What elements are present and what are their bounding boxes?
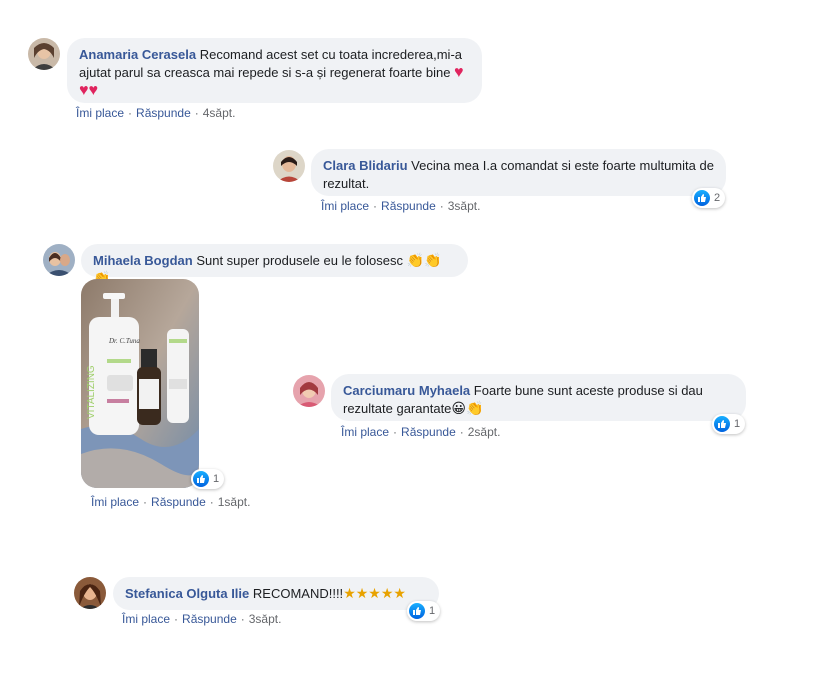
- comment-time[interactable]: 1săpt.: [218, 495, 251, 509]
- like-link[interactable]: Îmi place: [91, 495, 139, 509]
- reaction-count[interactable]: 1: [712, 414, 746, 434]
- grinning-face-icon: 😀: [451, 401, 467, 417]
- brand-label: Dr. C.Tuna: [108, 337, 140, 345]
- reaction-count[interactable]: 1: [407, 601, 441, 621]
- comment-text: Sunt super produsele eu le folosesc: [196, 253, 403, 268]
- reply-link[interactable]: Răspunde: [182, 612, 237, 626]
- reply-link[interactable]: Răspunde: [401, 425, 456, 439]
- reply-link[interactable]: Răspunde: [136, 106, 191, 120]
- comment-text: rezultate garantate: [343, 401, 452, 416]
- like-link[interactable]: Îmi place: [122, 612, 170, 626]
- comment-time[interactable]: 3săpt.: [448, 199, 481, 213]
- reaction-number: 1: [213, 473, 220, 485]
- avatar[interactable]: [43, 244, 75, 276]
- reply-link[interactable]: Răspunde: [381, 199, 436, 213]
- comment-author[interactable]: Carciumaru Myhaela: [343, 383, 470, 398]
- comment-bubble: Carciumaru Myhaela Foarte bune sunt aces…: [331, 374, 746, 421]
- attached-photo[interactable]: VITALIZING Dr. C.Tuna: [81, 279, 199, 488]
- comment-time[interactable]: 4săpt.: [203, 106, 236, 120]
- reply-link[interactable]: Răspunde: [151, 495, 206, 509]
- comment-text: ajutat parul sa creasca mai repede si s-…: [79, 65, 451, 80]
- like-icon: [193, 471, 209, 487]
- comment-text: Recomand acest set cu toata increderea,m…: [199, 47, 463, 62]
- star-struck-icon: ★★★★★: [343, 586, 406, 602]
- reaction-number: 2: [714, 192, 721, 204]
- comment-actions: Îmi place · Răspunde · 3săpt.: [321, 199, 481, 213]
- comment-text: Foarte bune sunt aceste produse si dau: [473, 383, 703, 398]
- heart-emoji-icon: ♥: [88, 82, 99, 99]
- comment-text: Vecina mea I.a comandat si este foarte m…: [411, 158, 714, 173]
- like-icon: [694, 190, 710, 206]
- comment-bubble: Stefanica Olguta Ilie RECOMAND!!!!★★★★★: [113, 577, 439, 610]
- comment-actions: Îmi place · Răspunde · 3săpt.: [122, 612, 282, 626]
- reaction-count[interactable]: 1: [191, 469, 225, 489]
- reaction-number: 1: [734, 418, 741, 430]
- clapping-hands-icon: 👏: [466, 401, 484, 417]
- comment-text: RECOMAND!!!!: [252, 586, 344, 601]
- comment-author[interactable]: Mihaela Bogdan: [93, 253, 193, 268]
- comment-author[interactable]: Anamaria Cerasela: [79, 47, 196, 62]
- reaction-number: 1: [429, 605, 436, 617]
- reaction-count[interactable]: 2: [692, 188, 726, 208]
- comment-time[interactable]: 2săpt.: [468, 425, 501, 439]
- comment-actions: Îmi place · Răspunde · 2săpt.: [341, 425, 501, 439]
- comment-author[interactable]: Clara Blidariu: [323, 158, 408, 173]
- comment-author[interactable]: Stefanica Olguta Ilie: [125, 586, 249, 601]
- comment-actions: Îmi place · Răspunde · 4săpt.: [76, 106, 236, 120]
- like-icon: [714, 416, 730, 432]
- comment-bubble: Mihaela Bogdan Sunt super produsele eu l…: [81, 244, 468, 287]
- like-link[interactable]: Îmi place: [341, 425, 389, 439]
- like-link[interactable]: Îmi place: [321, 199, 369, 213]
- avatar[interactable]: [273, 150, 305, 182]
- comment-time[interactable]: 3săpt.: [249, 612, 282, 626]
- avatar[interactable]: [293, 375, 325, 407]
- heart-emoji-icon: ♥: [454, 64, 464, 81]
- like-icon: [409, 603, 425, 619]
- avatar[interactable]: [28, 38, 60, 70]
- avatar[interactable]: [74, 577, 106, 609]
- comment-bubble: Clara Blidariu Vecina mea I.a comandat s…: [311, 149, 726, 196]
- like-link[interactable]: Îmi place: [76, 106, 124, 120]
- product-label: VITALIZING: [86, 365, 97, 419]
- comment-bubble: Anamaria Cerasela Recomand acest set cu …: [67, 38, 482, 103]
- comment-text: rezultat.: [323, 176, 370, 191]
- comment-actions: Îmi place · Răspunde · 1săpt.: [91, 495, 251, 509]
- heart-emoji-icon: ♥: [79, 82, 89, 99]
